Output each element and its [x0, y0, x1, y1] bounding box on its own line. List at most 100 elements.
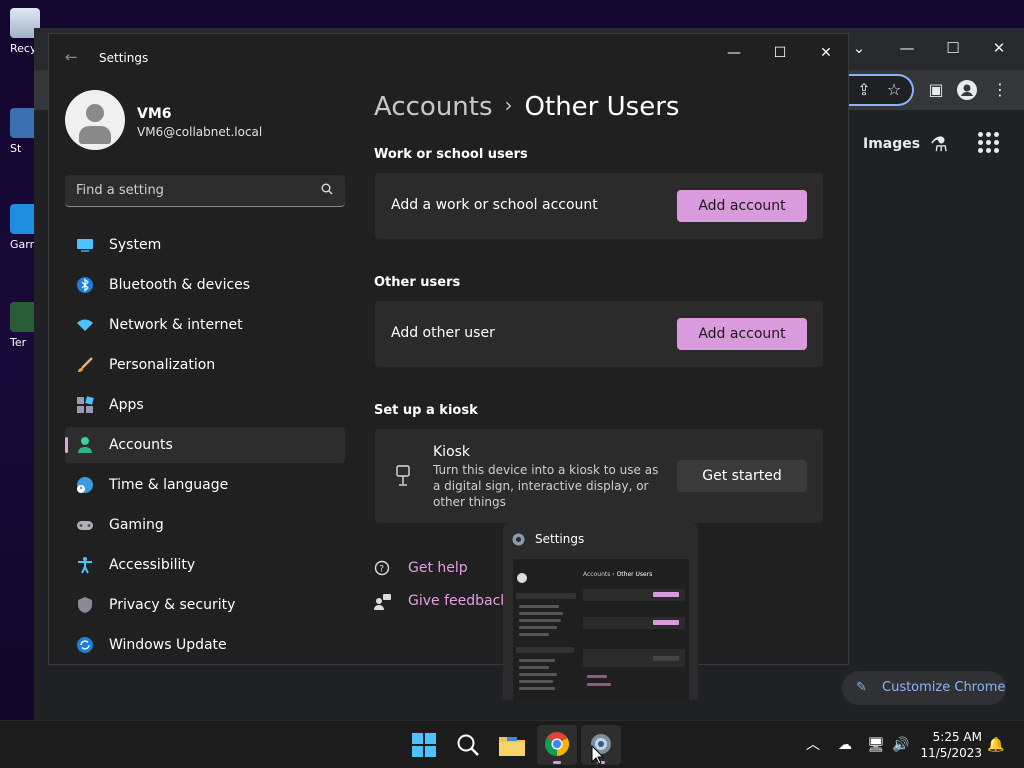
sidebar-item-label: Privacy & security: [109, 597, 236, 613]
sidebar-item-bluetooth[interactable]: Bluetooth & devices: [65, 267, 345, 303]
share-icon[interactable]: ⇪: [852, 78, 876, 102]
kiosk-icon: [396, 465, 410, 486]
sidebar-item-privacy[interactable]: Privacy & security: [65, 587, 345, 623]
user-name: VM6: [137, 106, 172, 122]
get-started-button[interactable]: Get started: [677, 460, 807, 492]
customize-chrome-label: Customize Chrome: [882, 680, 1006, 695]
preview-breadcrumb-current: Other Users: [616, 571, 653, 578]
side-panel-icon[interactable]: ▣: [924, 78, 948, 102]
wifi-icon: [77, 319, 93, 331]
avatar-body: [79, 126, 111, 144]
sidebar-item-label: Apps: [109, 397, 144, 413]
settings-titlebar[interactable]: ← Settings — ☐ ✕: [49, 34, 850, 82]
kiosk-title: Kiosk: [433, 444, 471, 460]
taskbar-search-button[interactable]: [448, 725, 488, 765]
notification-bell-icon[interactable]: 🔔: [986, 721, 1006, 768]
avatar-head: [86, 104, 104, 122]
settings-gear-icon: [512, 533, 525, 546]
taskbar: ︿ ☁ 🖥 🔊 5:25 AM 11/5/2023 🔔: [0, 720, 1024, 768]
profile-icon[interactable]: [955, 78, 979, 102]
window-title: Settings: [99, 51, 149, 65]
give-feedback-label: Give feedback: [408, 593, 509, 609]
sidebar-item-label: Time & language: [109, 477, 229, 493]
update-icon: [77, 637, 93, 653]
sidebar-item-gaming[interactable]: Gaming: [65, 507, 345, 543]
chrome-minimize-button[interactable]: —: [884, 34, 930, 62]
start-button[interactable]: [404, 725, 444, 765]
sidebar-item-label: Accessibility: [109, 557, 196, 573]
add-work-account-button[interactable]: Add account: [677, 190, 807, 222]
google-apps-icon[interactable]: [978, 132, 1000, 154]
network-icon[interactable]: 🖥: [866, 721, 886, 768]
chrome-maximize-button[interactable]: ☐: [930, 34, 976, 62]
breadcrumb-separator: ›: [504, 93, 513, 117]
show-hidden-icons-chevron[interactable]: ︿: [803, 721, 823, 768]
clock-time: 5:25 AM: [932, 730, 982, 744]
kiosk-card: Kiosk Turn this device into a kiosk to u…: [375, 429, 823, 523]
chrome-close-button[interactable]: ✕: [976, 34, 1022, 62]
maximize-button[interactable]: ☐: [757, 38, 803, 68]
sidebar-item-network[interactable]: Network & internet: [65, 307, 345, 343]
sidebar-item-accessibility[interactable]: Accessibility: [65, 547, 345, 583]
close-button[interactable]: ✕: [803, 38, 849, 68]
volume-icon[interactable]: 🔊: [890, 721, 912, 768]
sidebar-item-label: Network & internet: [109, 317, 243, 333]
svg-text:?: ?: [379, 565, 384, 575]
windows-logo-icon: [412, 733, 436, 757]
sidebar-item-windows-update[interactable]: Windows Update: [65, 627, 345, 663]
preview-title: Settings: [535, 532, 585, 546]
sidebar-item-label: Bluetooth & devices: [109, 277, 251, 293]
taskbar-chrome[interactable]: [537, 725, 577, 765]
other-user-card: Add other user Add account: [375, 301, 823, 367]
search-input[interactable]: Find a setting: [65, 175, 345, 207]
sidebar-item-accounts[interactable]: Accounts: [65, 427, 345, 463]
sidebar-item-time-language[interactable]: Time & language: [65, 467, 345, 503]
sidebar-item-label: Accounts: [109, 437, 173, 453]
customize-chrome-button[interactable]: ✎ Customize Chrome: [842, 671, 1006, 705]
sidebar-item-label: System: [109, 237, 162, 253]
preview-breadcrumb-parent: Accounts: [583, 571, 611, 578]
other-user-label: Add other user: [391, 325, 495, 341]
sidebar-item-label: Windows Update: [109, 637, 227, 653]
shield-icon: [78, 597, 92, 613]
sidebar-nav: System Bluetooth & devices Network & int…: [65, 227, 345, 667]
preview-thumbnail: Accounts › Other Users: [513, 559, 689, 700]
system-clock[interactable]: 5:25 AM 11/5/2023: [918, 729, 982, 761]
ntp-images-link[interactable]: Images: [863, 136, 920, 152]
sidebar-item-personalization[interactable]: Personalization: [65, 347, 345, 383]
taskbar-thumbnail-preview[interactable]: Settings Accounts › Other Users: [503, 523, 698, 700]
sidebar-item-system[interactable]: System: [65, 227, 345, 263]
section-heading-kiosk: Set up a kiosk: [374, 403, 478, 418]
get-help-label: Get help: [408, 560, 468, 576]
work-account-label: Add a work or school account: [391, 197, 598, 213]
add-other-user-button[interactable]: Add account: [677, 318, 807, 350]
sidebar-item-label: Personalization: [109, 357, 216, 373]
user-email: VM6@collabnet.local: [137, 125, 263, 139]
onedrive-icon[interactable]: ☁: [835, 721, 855, 768]
folder-icon: [499, 737, 525, 756]
bookmark-star-icon[interactable]: ☆: [882, 78, 906, 102]
minimize-button[interactable]: —: [711, 38, 757, 68]
help-icon: ?: [374, 560, 390, 576]
bluetooth-icon: [77, 277, 93, 293]
chrome-icon: [545, 732, 570, 756]
gamepad-icon: [77, 521, 93, 530]
back-arrow-icon[interactable]: ←: [65, 48, 78, 66]
labs-flask-icon[interactable]: ⚗: [930, 132, 948, 156]
kiosk-description: Turn this device into a kiosk to use as …: [433, 463, 659, 509]
settings-window[interactable]: ← Settings — ☐ ✕ VM6 VM6@collabnet.local…: [48, 33, 849, 665]
system-icon: [77, 239, 93, 252]
accessibility-icon: [78, 557, 92, 574]
taskbar-file-explorer[interactable]: [492, 725, 532, 765]
breadcrumb-parent[interactable]: Accounts: [374, 92, 493, 122]
globe-clock-icon: [77, 477, 93, 493]
sidebar-item-apps[interactable]: Apps: [65, 387, 345, 423]
pencil-icon: ✎: [856, 680, 867, 695]
sidebar-item-label: Gaming: [109, 517, 164, 533]
mouse-cursor: [591, 745, 605, 765]
search-icon: [457, 734, 479, 756]
section-heading-work: Work or school users: [374, 147, 528, 162]
avatar[interactable]: [65, 90, 125, 150]
chrome-menu-icon[interactable]: ⋮: [988, 78, 1012, 102]
clock-date: 11/5/2023: [920, 746, 982, 760]
